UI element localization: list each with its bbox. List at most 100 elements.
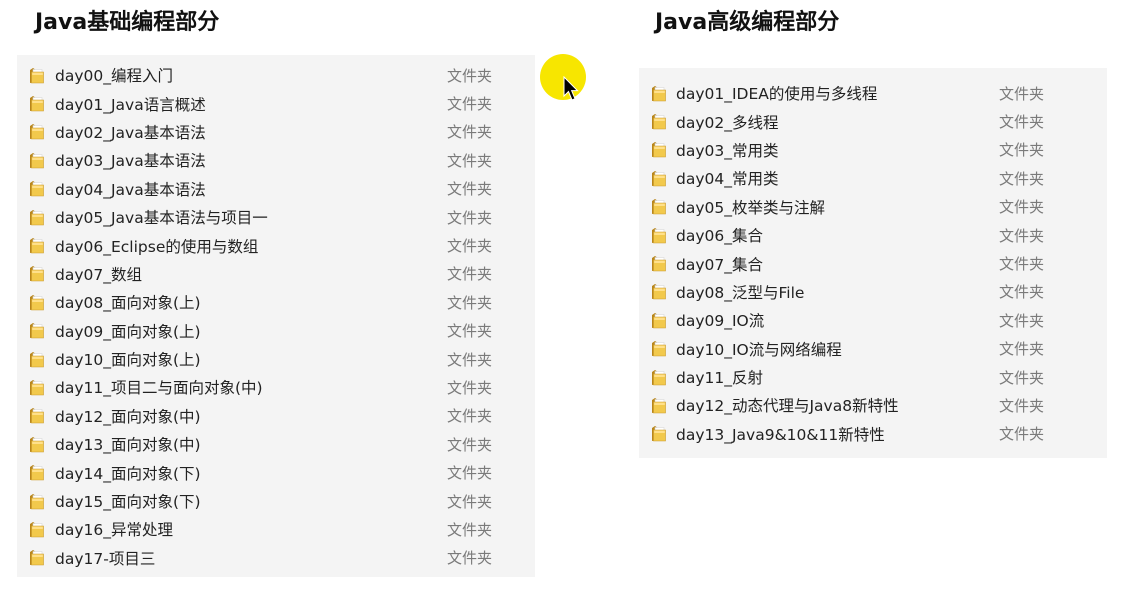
folder-type: 文件夹: [447, 265, 493, 284]
folder-name: day09_面向对象(上): [55, 322, 201, 341]
folder-name: day13_面向对象(中): [55, 436, 201, 455]
folder-icon: [30, 521, 44, 538]
folder-name: day01_IDEA的使用与多线程: [676, 85, 878, 104]
folder-name: day04_Java基本语法: [55, 180, 206, 199]
folder-name: day02_Java基本语法: [55, 123, 206, 142]
folder-icon: [652, 142, 666, 158]
left-folder-row[interactable]: day16_异常处理 文件夹: [17, 515, 535, 543]
left-folder-row[interactable]: day06_Eclipse的使用与数组 文件夹: [17, 231, 535, 259]
folder-type: 文件夹: [447, 407, 493, 426]
folder-name: day09_IO流: [676, 312, 765, 331]
right-folder-row[interactable]: day09_IO流 文件夹: [639, 306, 1107, 334]
folder-name: day12_面向对象(中): [55, 407, 201, 426]
folder-name: day04_常用类: [676, 170, 779, 189]
folder-icon: [652, 114, 666, 130]
folder-type: 文件夹: [999, 84, 1045, 103]
folder-type: 文件夹: [447, 350, 493, 369]
right-folder-list: day01_IDEA的使用与多线程 文件夹 day02_多线程 文件夹 day03_常用…: [639, 79, 1107, 448]
left-folder-row[interactable]: day10_面向对象(上) 文件夹: [17, 345, 535, 373]
left-folder-row[interactable]: day00_编程入门 文件夹: [17, 61, 535, 89]
folder-icon: [30, 96, 44, 112]
folder-type: 文件夹: [447, 378, 493, 397]
left-folder-list-panel: day00_编程入门 文件夹 day01_Java语言概述 文件夹 day02_Java…: [17, 55, 535, 577]
folder-icon: [652, 199, 666, 215]
folder-type: 文件夹: [999, 396, 1045, 415]
left-folder-row[interactable]: day05_Java基本语法与项目一 文件夹: [17, 203, 535, 231]
folder-icon: [30, 550, 44, 566]
folder-icon: [652, 369, 666, 385]
folder-name: day10_面向对象(上): [55, 351, 201, 370]
folder-type: 文件夹: [447, 520, 493, 539]
folder-icon: [30, 379, 44, 396]
right-folder-row[interactable]: day01_IDEA的使用与多线程 文件夹: [639, 79, 1107, 107]
folder-type: 文件夹: [999, 425, 1045, 444]
folder-type: 文件夹: [447, 95, 493, 114]
folder-type: 文件夹: [447, 123, 493, 142]
right-folder-row[interactable]: day02_多线程 文件夹: [639, 107, 1107, 135]
folder-type: 文件夹: [447, 293, 493, 312]
folder-type: 文件夹: [999, 169, 1045, 188]
folder-icon: [652, 85, 666, 101]
folder-name: day05_Java基本语法与项目一: [55, 209, 268, 228]
right-folder-row[interactable]: day03_常用类 文件夹: [639, 136, 1107, 164]
folder-type: 文件夹: [999, 198, 1045, 217]
folder-type: 文件夹: [999, 368, 1045, 387]
folder-icon: [652, 426, 666, 442]
left-folder-row[interactable]: day12_面向对象(中) 文件夹: [17, 402, 535, 430]
folder-icon: [30, 408, 44, 424]
folder-type: 文件夹: [999, 226, 1045, 245]
folder-name: day03_Java基本语法: [55, 152, 206, 171]
folder-type: 文件夹: [447, 492, 493, 511]
left-folder-row[interactable]: day02_Java基本语法 文件夹: [17, 118, 535, 146]
folder-icon: [30, 266, 44, 282]
left-folder-row[interactable]: day04_Java基本语法 文件夹: [17, 175, 535, 203]
left-folder-row[interactable]: day15_面向对象(下) 文件夹: [17, 487, 535, 515]
folder-icon: [30, 436, 44, 453]
folder-icon: [652, 227, 666, 243]
folder-type: 文件夹: [447, 322, 493, 341]
left-folder-row[interactable]: day01_Java语言概述 文件夹: [17, 89, 535, 117]
folder-icon: [30, 238, 44, 254]
folder-icon: [652, 170, 666, 187]
folder-icon: [30, 209, 44, 225]
right-folder-row[interactable]: day12_动态代理与Java8新特性 文件夹: [639, 391, 1107, 419]
folder-type: 文件夹: [999, 340, 1045, 359]
right-folder-row[interactable]: day13_Java9&10&11新特性 文件夹: [639, 420, 1107, 448]
folder-type: 文件夹: [999, 311, 1045, 330]
left-folder-row[interactable]: day03_Java基本语法 文件夹: [17, 146, 535, 174]
folder-name: day01_Java语言概述: [55, 95, 206, 114]
left-folder-row[interactable]: day08_面向对象(上) 文件夹: [17, 288, 535, 316]
left-folder-row[interactable]: day09_面向对象(上) 文件夹: [17, 317, 535, 345]
folder-icon: [652, 284, 666, 300]
folder-icon: [652, 312, 666, 329]
left-folder-row[interactable]: day14_面向对象(下) 文件夹: [17, 458, 535, 486]
folder-type: 文件夹: [999, 141, 1045, 160]
folder-icon: [30, 294, 44, 311]
right-folder-row[interactable]: day06_集合 文件夹: [639, 221, 1107, 249]
folder-type: 文件夹: [447, 66, 493, 85]
folder-name: day08_面向对象(上): [55, 294, 201, 313]
folder-type: 文件夹: [447, 237, 493, 256]
right-folder-row[interactable]: day07_集合 文件夹: [639, 249, 1107, 277]
folder-icon: [652, 397, 666, 414]
folder-icon: [30, 323, 44, 339]
right-folder-row[interactable]: day05_枚举类与注解 文件夹: [639, 193, 1107, 221]
folder-type: 文件夹: [447, 151, 493, 170]
right-folder-row[interactable]: day10_IO流与网络编程 文件夹: [639, 335, 1107, 363]
left-folder-row[interactable]: day17-项目三 文件夹: [17, 544, 535, 572]
folder-name: day17-项目三: [55, 549, 156, 568]
right-section-title: Java高级编程部分: [655, 10, 840, 35]
right-folder-row[interactable]: day11_反射 文件夹: [639, 363, 1107, 391]
right-folder-row[interactable]: day08_泛型与File 文件夹: [639, 278, 1107, 306]
folder-name: day08_泛型与File: [676, 283, 805, 302]
folder-icon: [30, 152, 44, 169]
left-folder-row[interactable]: day13_面向对象(中) 文件夹: [17, 430, 535, 458]
left-folder-row[interactable]: day11_项目二与面向对象(中) 文件夹: [17, 373, 535, 401]
left-folder-row[interactable]: day07_数组 文件夹: [17, 260, 535, 288]
folder-icon: [652, 341, 666, 357]
folder-type: 文件夹: [999, 113, 1045, 132]
folder-name: day16_异常处理: [55, 521, 173, 540]
right-folder-row[interactable]: day04_常用类 文件夹: [639, 164, 1107, 192]
folder-name: day11_项目二与面向对象(中): [55, 379, 263, 398]
right-folder-list-panel: day01_IDEA的使用与多线程 文件夹 day02_多线程 文件夹 day03_常用…: [639, 68, 1107, 458]
